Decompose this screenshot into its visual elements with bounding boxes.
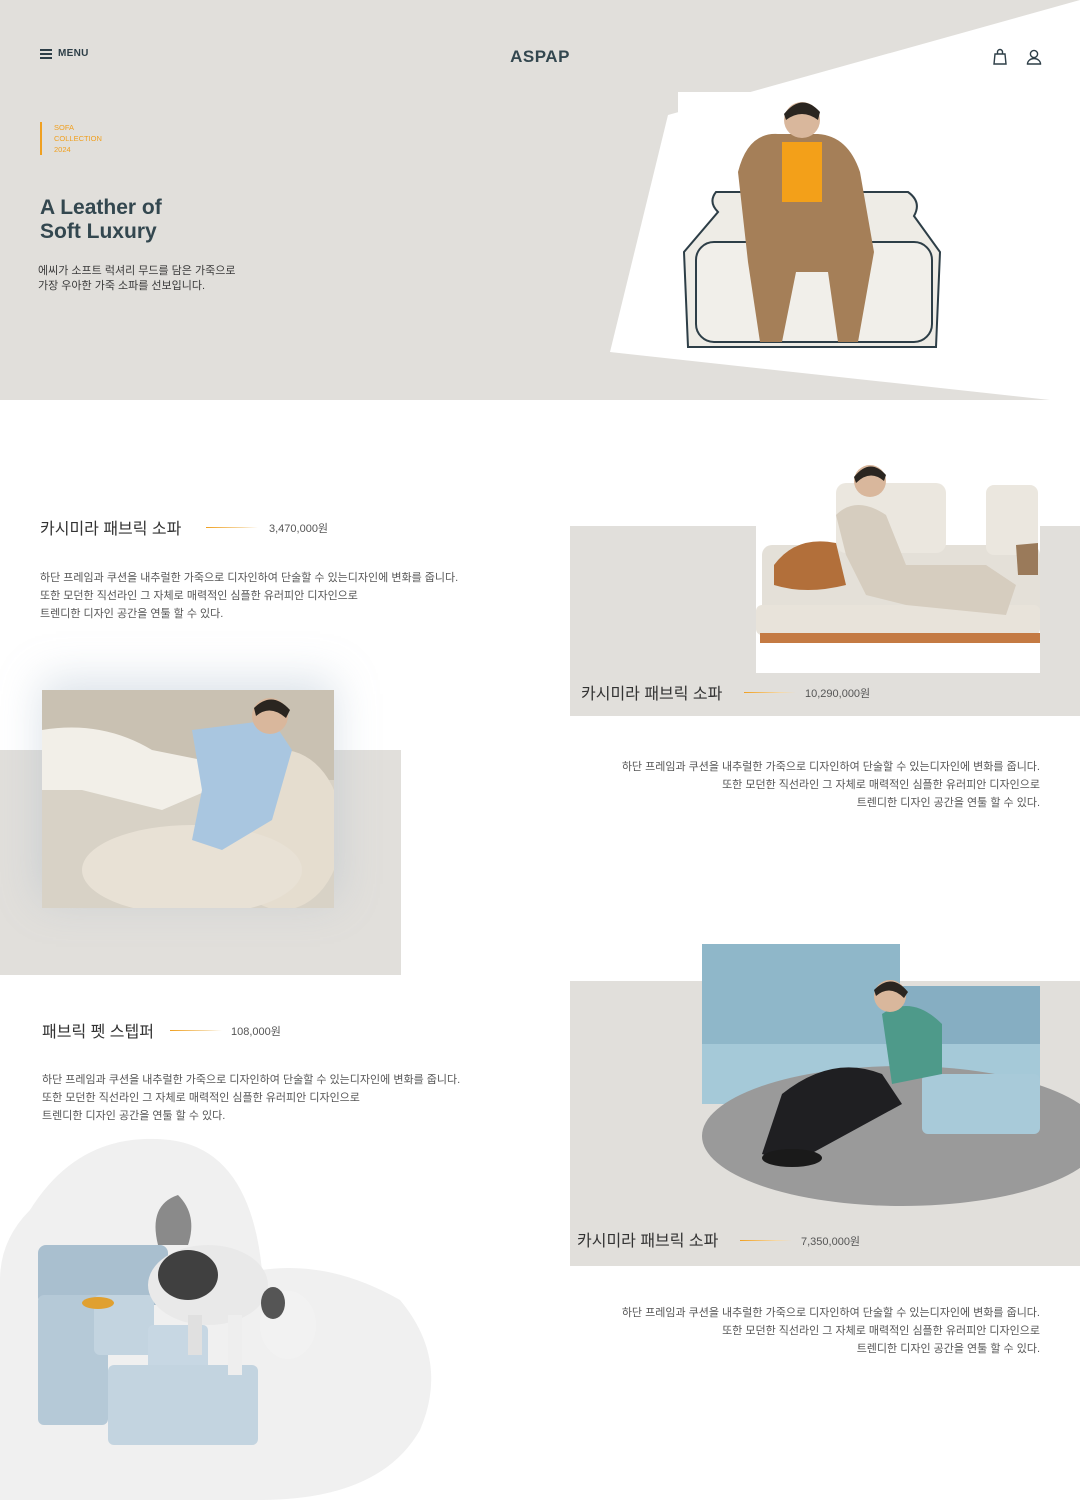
product-price: 7,350,000원: [801, 1236, 861, 1248]
product-price: 108,000원: [231, 1026, 281, 1038]
bag-icon[interactable]: [992, 48, 1008, 66]
product-title[interactable]: 카시미라 패브릭 소파: [40, 515, 181, 539]
product-title[interactable]: 카시미라 패브릭 소파: [577, 1227, 718, 1251]
tag-line: 2024: [54, 145, 71, 154]
desc-line: 또한 모던한 직선라인 그 자체로 매력적인 심플한 유러피안 디자인으로: [42, 1092, 360, 1104]
desc-line: 하단 프레임과 쿠션을 내추럴한 가죽으로 디자인하여 단술할 수 있는디자인에…: [621, 761, 1040, 773]
product-description: 하단 프레임과 쿠션을 내추럴한 가죽으로 디자인하여 단술할 수 있는디자인에…: [40, 569, 458, 623]
tag-line: SOFA: [54, 123, 75, 132]
product-photo-sofa-lounging[interactable]: [756, 455, 1040, 673]
accent-line: [744, 692, 796, 693]
hero-title-line: A Leather of: [40, 196, 162, 219]
product-title[interactable]: 패브릭 펫 스텝퍼: [42, 1018, 154, 1042]
hero-armchair-photo: [678, 92, 950, 350]
desc-line: 트렌디한 디자인 공간을 연툴 할 수 있다.: [42, 1110, 226, 1122]
collection-tag: SOFA COLLECTION 2024: [40, 122, 102, 155]
product-description: 하단 프레임과 쿠션을 내추럴한 가죽으로 디자인하여 단술할 수 있는디자인에…: [622, 758, 1040, 812]
site-logo[interactable]: ASPAP: [0, 47, 1080, 67]
desc-line: 하단 프레임과 쿠션을 내추럴한 가죽으로 디자인하여 단술할 수 있는디자인에…: [621, 1307, 1040, 1319]
desc-line: 하단 프레임과 쿠션을 내추럴한 가죽으로 디자인하여 단술할 수 있는디자인에…: [42, 1074, 461, 1086]
product-description: 하단 프레임과 쿠션을 내추럴한 가죽으로 디자인하여 단술할 수 있는디자인에…: [622, 1304, 1040, 1358]
accent-line: [206, 527, 258, 528]
product-price: 3,470,000원: [269, 523, 329, 535]
product-photo-pet-stepper[interactable]: [38, 1185, 318, 1450]
user-icon[interactable]: [1026, 48, 1042, 66]
header-actions: [992, 48, 1042, 66]
desc-line: 또한 모던한 직선라인 그 자체로 매력적인 심플한 유러피안 디자인으로: [722, 1325, 1040, 1337]
product-price: 10,290,000원: [805, 688, 871, 700]
hero-description: 에씨가 소프트 럭셔리 무드를 담은 가죽으로 가장 우아한 가죽 소파를 선보…: [38, 264, 235, 294]
desc-line: 트렌디한 디자인 공간을 연툴 할 수 있다.: [856, 1343, 1040, 1355]
accent-line: [170, 1030, 222, 1031]
product-description: 하단 프레임과 쿠션을 내추럴한 가죽으로 디자인하여 단술할 수 있는디자인에…: [42, 1071, 460, 1125]
product-title[interactable]: 카시미라 패브릭 소파: [581, 680, 722, 704]
hero-desc-line: 가장 우아한 가죽 소파를 선보입니다.: [38, 280, 206, 292]
desc-line: 트렌디한 디자인 공간을 연툴 할 수 있다.: [856, 797, 1040, 809]
desc-line: 또한 모던한 직선라인 그 자체로 매력적인 심플한 유러피안 디자인으로: [40, 590, 358, 602]
accent-line: [740, 1240, 792, 1241]
product-photo-floor-sitting[interactable]: [702, 944, 1080, 1212]
hero-desc-line: 에씨가 소프트 럭셔리 무드를 담은 가죽으로: [38, 265, 236, 277]
hero-title-line: Soft Luxury: [40, 220, 157, 243]
desc-line: 또한 모던한 직선라인 그 자체로 매력적인 심플한 유러피안 디자인으로: [722, 779, 1040, 791]
desc-line: 트렌디한 디자인 공간을 연툴 할 수 있다.: [40, 608, 224, 620]
tag-line: COLLECTION: [54, 134, 102, 143]
product-photo-sofa-lying[interactable]: [42, 690, 334, 908]
desc-line: 하단 프레임과 쿠션을 내추럴한 가죽으로 디자인하여 단술할 수 있는디자인에…: [40, 572, 459, 584]
hero-title: A Leather of Soft Luxury: [40, 196, 162, 244]
